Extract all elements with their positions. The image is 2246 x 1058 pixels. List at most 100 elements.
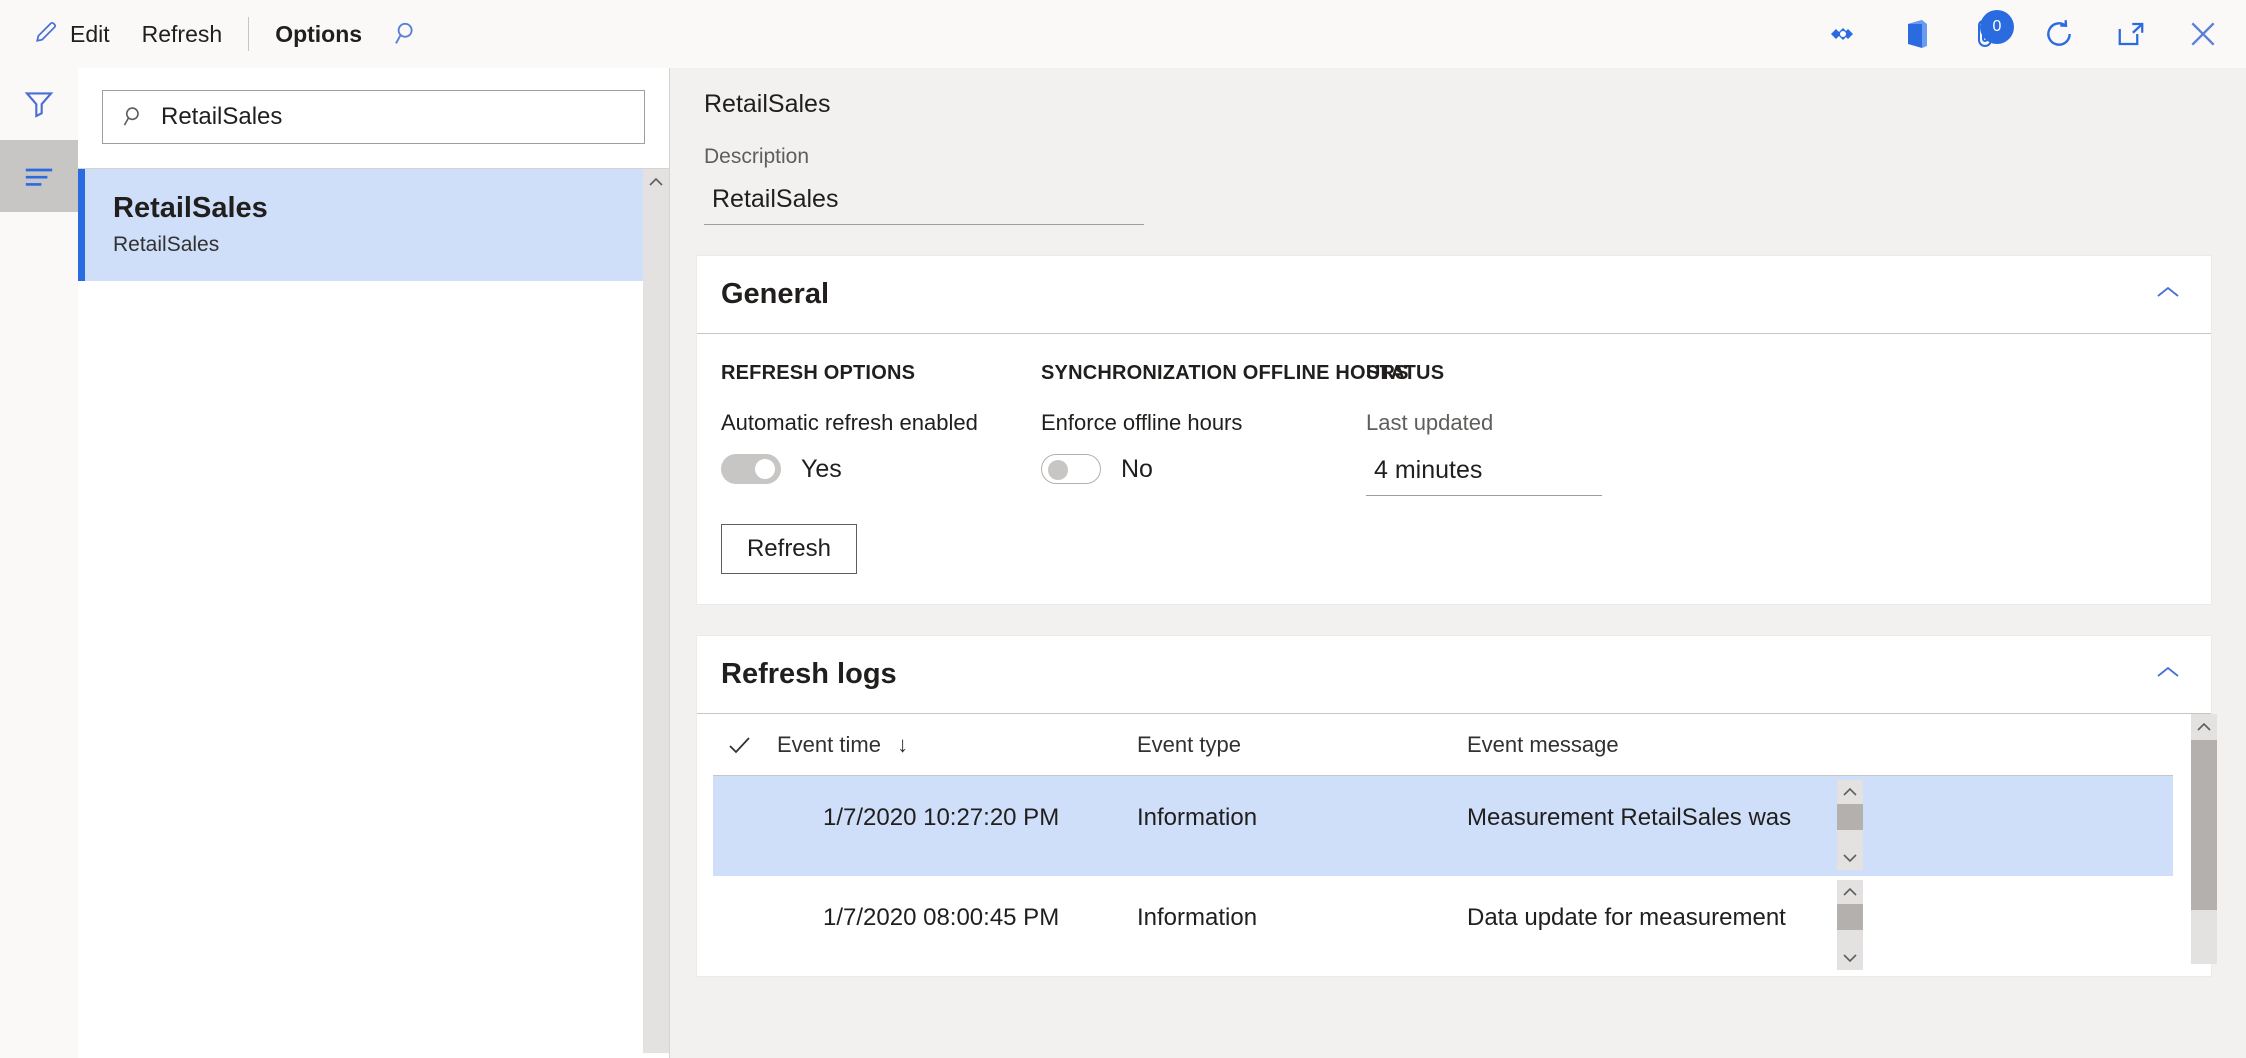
list-scrollbar[interactable] bbox=[643, 169, 669, 1053]
office-app-launcher-button[interactable] bbox=[1886, 6, 1944, 62]
list-search-wrapper bbox=[78, 68, 669, 168]
arrow-down-icon: ↓ bbox=[897, 732, 908, 757]
automatic-refresh-value: Yes bbox=[801, 455, 842, 484]
last-updated-field[interactable] bbox=[1366, 450, 1602, 496]
scroll-down-arrow[interactable] bbox=[1837, 846, 1863, 870]
grid-header-row: Event time ↓ Event type Event message bbox=[713, 714, 2173, 776]
general-section-header[interactable]: General bbox=[697, 256, 2211, 334]
open-in-new-window-icon bbox=[2115, 19, 2147, 49]
open-in-new-window-button[interactable] bbox=[2102, 6, 2160, 62]
row-message-scrollbar[interactable] bbox=[1837, 780, 1863, 870]
dynamics-diamond-button[interactable] bbox=[1814, 6, 1872, 62]
scroll-up-arrow[interactable] bbox=[643, 169, 669, 195]
refresh-logs-section: Refresh logs Event time ↓ bbox=[696, 635, 2212, 977]
scroll-up-arrow[interactable] bbox=[1837, 780, 1863, 804]
scroll-down-arrow[interactable] bbox=[1837, 946, 1863, 970]
chevron-up-icon bbox=[1842, 787, 1858, 797]
command-bar: Edit Refresh Options bbox=[0, 0, 2246, 68]
filter-icon bbox=[22, 87, 56, 121]
row-select-cell[interactable] bbox=[727, 876, 777, 976]
search-icon bbox=[121, 104, 147, 130]
refresh-button[interactable]: Refresh bbox=[721, 524, 857, 574]
general-columns: REFRESH OPTIONS Automatic refresh enable… bbox=[721, 362, 2187, 496]
general-section-body: REFRESH OPTIONS Automatic refresh enable… bbox=[697, 334, 2211, 604]
automatic-refresh-label: Automatic refresh enabled bbox=[721, 410, 1041, 436]
list-view-icon bbox=[21, 161, 57, 191]
general-collapse-button[interactable] bbox=[2155, 284, 2181, 305]
refresh-circle-icon bbox=[2043, 18, 2075, 50]
row-event-type: Information bbox=[1137, 776, 1467, 876]
select-all-header[interactable] bbox=[727, 735, 777, 755]
dynamics-diamond-icon bbox=[1826, 20, 1860, 48]
list-view-rail-button[interactable] bbox=[0, 140, 78, 212]
table-row[interactable]: 1/7/2020 10:27:20 PM Information Measure… bbox=[713, 776, 2173, 876]
toggle-knob bbox=[1048, 460, 1068, 480]
enforce-offline-hours-value: No bbox=[1121, 455, 1153, 484]
general-section: General REFRESH OPTIONS Automatic refres… bbox=[696, 255, 2212, 605]
refresh-logs-collapse-button[interactable] bbox=[2155, 664, 2181, 685]
left-navigation-rail bbox=[0, 68, 78, 1058]
automatic-refresh-toggle[interactable] bbox=[721, 454, 781, 484]
pencil-icon bbox=[34, 18, 60, 50]
refresh-circle-button[interactable] bbox=[2030, 6, 2088, 62]
event-type-header[interactable]: Event type bbox=[1137, 732, 1467, 758]
table-row[interactable]: 1/7/2020 08:00:45 PM Information Data up… bbox=[713, 876, 2173, 976]
row-event-message: Data update for measurement bbox=[1467, 876, 1807, 976]
scroll-up-arrow[interactable] bbox=[2191, 714, 2217, 740]
chevron-up-icon bbox=[2155, 664, 2181, 680]
options-button-label: Options bbox=[275, 21, 362, 48]
list-item[interactable]: RetailSales RetailSales bbox=[78, 169, 669, 281]
list-item-title: RetailSales bbox=[113, 189, 641, 228]
row-message-scrollbar[interactable] bbox=[1837, 880, 1863, 970]
command-bar-right: 0 bbox=[1814, 0, 2232, 68]
edit-button[interactable]: Edit bbox=[18, 10, 126, 58]
status-heading: STATUS bbox=[1366, 362, 1666, 385]
sync-offline-hours-heading: SYNCHRONIZATION OFFLINE HOURS bbox=[1041, 362, 1366, 385]
enforce-offline-hours-toggle[interactable] bbox=[1041, 454, 1101, 484]
row-event-type: Information bbox=[1137, 876, 1467, 976]
list-search-box[interactable] bbox=[102, 90, 645, 144]
enforce-offline-hours-toggle-row: No bbox=[1041, 454, 1366, 484]
row-event-time: 1/7/2020 10:27:20 PM bbox=[777, 776, 1137, 876]
options-button[interactable]: Options bbox=[259, 10, 378, 58]
search-icon bbox=[392, 19, 422, 49]
chevron-down-icon bbox=[1842, 853, 1858, 863]
refresh-command-label: Refresh bbox=[142, 21, 223, 48]
scroll-thumb[interactable] bbox=[1837, 804, 1863, 830]
event-time-header[interactable]: Event time ↓ bbox=[777, 732, 1137, 758]
grid-scrollbar[interactable] bbox=[2191, 714, 2217, 964]
row-select-cell[interactable] bbox=[727, 776, 777, 876]
enforce-offline-hours-label: Enforce offline hours bbox=[1041, 410, 1366, 436]
edit-button-label: Edit bbox=[70, 21, 110, 48]
attachments-button[interactable]: 0 bbox=[1958, 6, 2016, 62]
chevron-up-icon bbox=[2196, 722, 2212, 732]
scroll-thumb[interactable] bbox=[2191, 740, 2217, 910]
refresh-logs-title: Refresh logs bbox=[721, 658, 897, 691]
refresh-logs-grid-wrapper: Event time ↓ Event type Event message 1/… bbox=[697, 714, 2211, 976]
description-field[interactable] bbox=[704, 179, 1144, 225]
description-label: Description bbox=[670, 119, 2246, 169]
search-button[interactable] bbox=[378, 6, 436, 62]
refresh-options-heading: REFRESH OPTIONS bbox=[721, 362, 1041, 385]
search-input[interactable] bbox=[161, 103, 626, 131]
close-button[interactable] bbox=[2174, 6, 2232, 62]
filter-rail-button[interactable] bbox=[0, 68, 78, 140]
refresh-command-button[interactable]: Refresh bbox=[126, 10, 239, 58]
row-event-message: Measurement RetailSales was bbox=[1467, 776, 1807, 876]
record-title: RetailSales bbox=[670, 68, 2246, 119]
automatic-refresh-toggle-row: Yes bbox=[721, 454, 1041, 484]
main-content: RetailSales Description General REFRESH … bbox=[670, 68, 2246, 1058]
chevron-up-icon bbox=[2155, 284, 2181, 300]
refresh-logs-header[interactable]: Refresh logs bbox=[697, 636, 2211, 714]
refresh-options-column: REFRESH OPTIONS Automatic refresh enable… bbox=[721, 362, 1041, 496]
chevron-down-icon bbox=[1842, 953, 1858, 963]
event-message-header[interactable]: Event message bbox=[1467, 732, 1807, 758]
scroll-thumb[interactable] bbox=[1837, 904, 1863, 930]
office-app-launcher-icon bbox=[1899, 17, 1931, 51]
records-list-panel: RetailSales RetailSales bbox=[78, 68, 670, 1058]
toggle-knob bbox=[755, 459, 775, 479]
sync-offline-hours-column: SYNCHRONIZATION OFFLINE HOURS Enforce of… bbox=[1041, 362, 1366, 496]
general-section-title: General bbox=[721, 278, 829, 311]
scroll-up-arrow[interactable] bbox=[1837, 880, 1863, 904]
last-updated-label: Last updated bbox=[1366, 410, 1666, 436]
